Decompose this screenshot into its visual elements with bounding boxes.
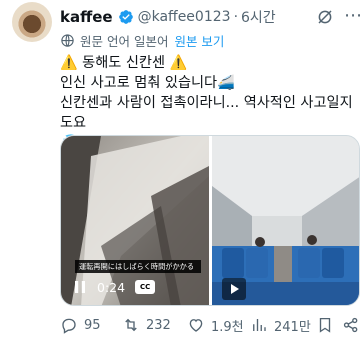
video-time: 0:24 bbox=[97, 279, 126, 295]
video-thumbnail-1[interactable]: 運転再開にはしばらく時間がかかる 0:24 CC bbox=[61, 136, 209, 305]
cc-icon[interactable]: CC bbox=[135, 280, 156, 294]
retweet-count: 232 bbox=[146, 317, 171, 333]
grok-icon[interactable] bbox=[316, 8, 334, 26]
reply-count: 95 bbox=[84, 317, 101, 333]
display-name[interactable]: kaffee bbox=[60, 8, 113, 26]
translation-notice: 원문 언어 일본어 bbox=[80, 33, 169, 49]
view-count: 241만 bbox=[274, 319, 311, 335]
share-button[interactable] bbox=[342, 313, 360, 337]
more-icon[interactable]: ⋯ bbox=[344, 7, 360, 25]
media-grid: 運転再開にはしばらく時間がかかる 0:24 CC bbox=[60, 135, 360, 306]
video-caption: 運転再開にはしばらく時間がかかる bbox=[75, 260, 201, 273]
like-count: 1.9천 bbox=[211, 319, 244, 335]
video-thumbnail-2[interactable] bbox=[212, 136, 359, 305]
pause-icon[interactable] bbox=[75, 281, 85, 293]
tweet-header: kaffee @kaffee0123 · 6시간 ⋯ bbox=[60, 6, 360, 28]
bookmark-button[interactable] bbox=[316, 313, 340, 337]
bookmark-icon bbox=[319, 317, 331, 333]
like-button[interactable]: 1.9천 bbox=[187, 313, 244, 337]
reply-button[interactable]: 95 bbox=[60, 313, 101, 337]
action-bar: 95 232 1.9천 241만 bbox=[60, 313, 360, 337]
translation-row: 원문 언어 일본어 원본 보기 bbox=[60, 31, 224, 49]
separator: · bbox=[233, 9, 239, 25]
avatar[interactable] bbox=[12, 2, 52, 42]
views-icon bbox=[253, 319, 266, 331]
show-original-link[interactable]: 원본 보기 bbox=[174, 31, 224, 50]
retweet-icon bbox=[125, 318, 137, 332]
retweet-button[interactable]: 232 bbox=[122, 313, 171, 337]
views-button[interactable]: 241만 bbox=[250, 313, 311, 337]
video-controls: 0:24 CC bbox=[75, 277, 156, 297]
timestamp[interactable]: 6시간 bbox=[241, 7, 276, 27]
reply-icon bbox=[62, 318, 76, 334]
like-icon bbox=[189, 319, 203, 332]
verified-badge-icon bbox=[118, 10, 133, 24]
translate-icon bbox=[61, 33, 74, 47]
user-handle[interactable]: @kaffee0123 bbox=[138, 9, 231, 25]
play-icon[interactable] bbox=[222, 278, 246, 300]
share-icon bbox=[343, 317, 358, 333]
